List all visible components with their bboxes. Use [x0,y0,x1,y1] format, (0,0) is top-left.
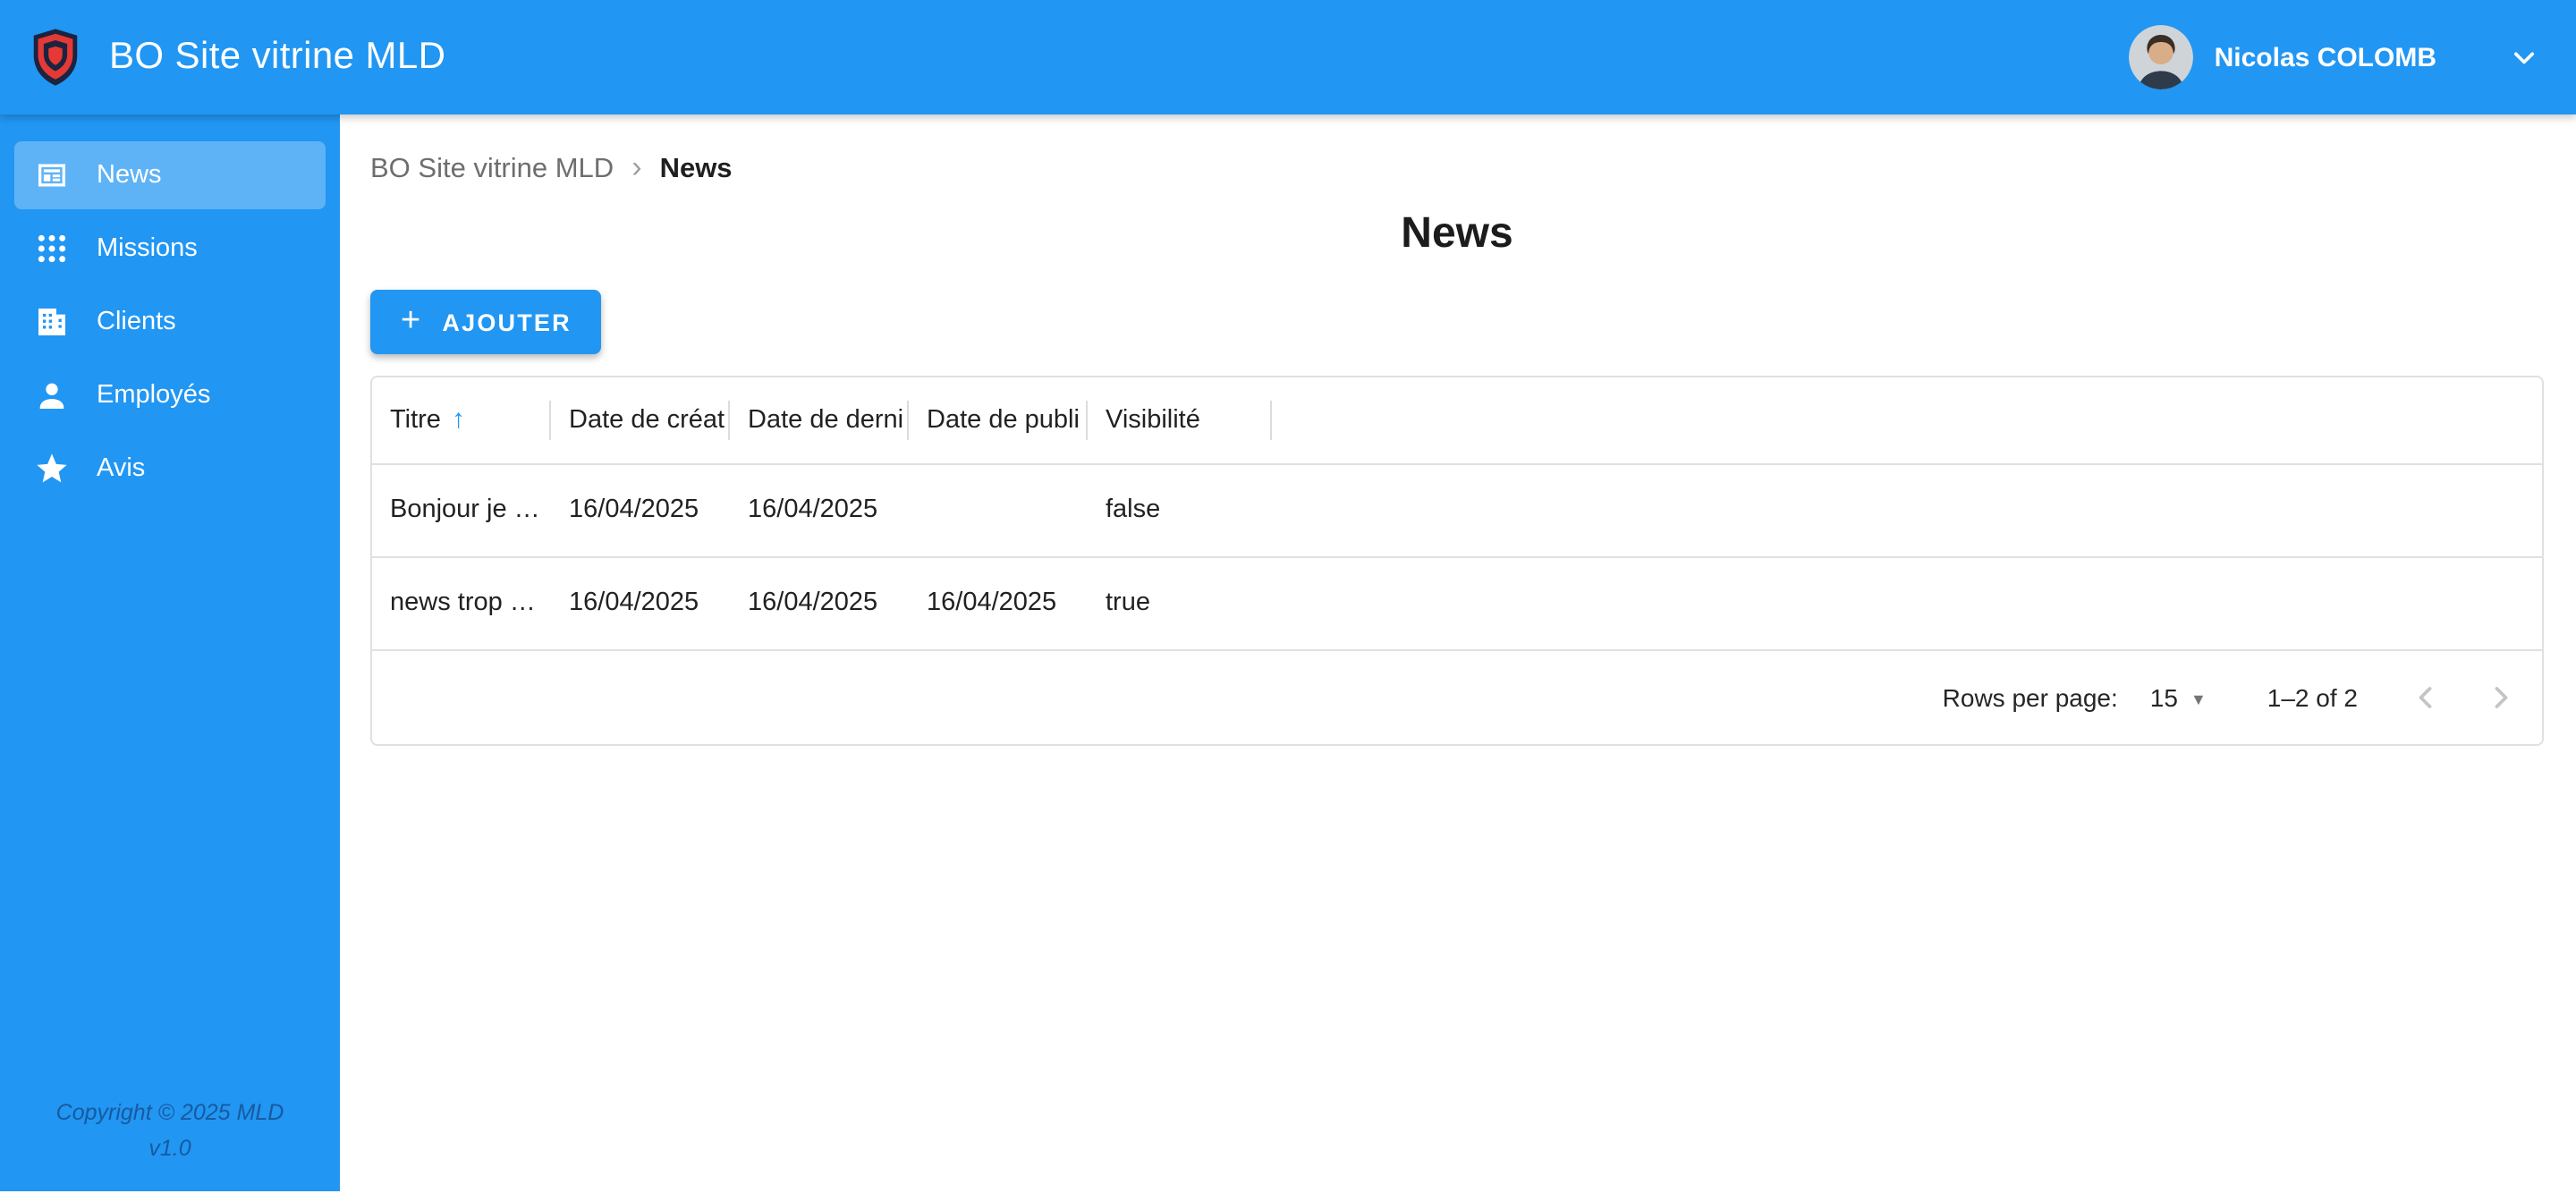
cell-visibilite: true [1088,555,1272,649]
sidebar-copyright: Copyright © 2025 MLD v1.0 [0,1095,340,1192]
table-header-row: Titre ↑ Date de créat Date de derni Date… [372,377,2542,463]
cell-date-creation: 16/04/2025 [551,555,730,649]
chevron-down-icon[interactable] [2504,38,2544,77]
newspaper-icon [32,156,72,195]
select-caret-icon: ▼ [2190,690,2207,707]
plus-icon: + [401,302,423,340]
chevron-left-icon [2419,687,2432,708]
cell-filler [1272,555,2542,649]
app-title: BO Site vitrine MLD [109,36,446,77]
sidebar-item-label: Employés [97,381,211,410]
sidebar-item-employes[interactable]: Employés [14,361,326,429]
table-pagination: Rows per page: 15 ▼ 1–2 of 2 [372,649,2542,744]
next-page-button[interactable] [2469,665,2533,730]
column-header-date-publication[interactable]: Date de publi [909,377,1088,463]
pagination-range: 1–2 of 2 [2267,683,2358,712]
column-header-label: Titre [390,405,441,435]
column-header-label: Date de publi [927,405,1080,435]
breadcrumb-root[interactable]: BO Site vitrine MLD [370,153,614,185]
sidebar-item-label: Missions [97,234,198,263]
sidebar: News Missions Clients Employés Avis Copy… [0,114,340,1191]
cell-date-derniere: 16/04/2025 [730,462,909,556]
app-logo-icon [29,27,82,88]
cell-titre: news trop … [372,555,551,649]
sidebar-nav: News Missions Clients Employés Avis [0,136,340,1095]
table-row[interactable]: Bonjour je … 16/04/2025 16/04/2025 false [372,462,2542,556]
cell-filler [1272,462,2542,556]
body-row: News Missions Clients Employés Avis Copy… [0,114,2576,1191]
cell-visibilite: false [1088,462,1272,556]
add-button[interactable]: + AJOUTER [370,290,602,354]
column-header-label: Visibilité [1106,405,1200,435]
column-header-visibilite[interactable]: Visibilité [1088,377,1272,463]
table-row[interactable]: news trop … 16/04/2025 16/04/2025 16/04/… [372,555,2542,649]
column-header-label: Date de derni [748,405,904,435]
cell-date-derniere: 16/04/2025 [730,555,909,649]
version-text: v1.0 [148,1136,191,1162]
page-title: News [1401,209,1513,258]
cell-date-publication [909,462,1088,556]
column-header-filler [1272,377,2542,463]
sidebar-item-label: News [97,161,162,190]
breadcrumb: BO Site vitrine MLD › News [370,152,2544,186]
sidebar-item-news[interactable]: News [14,141,326,209]
person-icon [32,376,72,415]
app-root: BO Site vitrine MLD Nicolas COLOMB News … [0,0,2576,1202]
previous-page-button[interactable] [2394,665,2458,730]
user-avatar [2128,25,2193,89]
topbar: BO Site vitrine MLD Nicolas COLOMB [0,0,2576,114]
breadcrumb-separator-icon: › [631,150,642,184]
sort-ascending-icon: ↑ [451,404,465,436]
breadcrumb-current: News [659,153,733,183]
sidebar-item-avis[interactable]: Avis [14,435,326,503]
building-icon [32,302,72,342]
add-button-label: AJOUTER [442,309,572,335]
column-header-label: Date de créat [569,405,725,435]
rows-per-page-value: 15 [2149,683,2178,712]
sidebar-item-missions[interactable]: Missions [14,215,326,283]
star-icon [32,449,72,488]
chevron-right-icon [2495,687,2508,708]
bottom-strip [0,1191,2576,1202]
main-content: BO Site vitrine MLD › News News + AJOUTE… [340,114,2576,1191]
column-header-titre[interactable]: Titre ↑ [372,377,551,463]
news-table: Titre ↑ Date de créat Date de derni Date… [372,377,2542,649]
rows-per-page-select[interactable]: 15 ▼ [2150,683,2207,712]
cell-date-creation: 16/04/2025 [551,462,730,556]
user-name: Nicolas COLOMB [2214,42,2436,72]
sidebar-item-label: Avis [97,454,146,483]
sidebar-item-clients[interactable]: Clients [14,288,326,356]
sidebar-item-label: Clients [97,308,176,336]
data-table-card: Titre ↑ Date de créat Date de derni Date… [370,376,2544,746]
column-header-date-creation[interactable]: Date de créat [551,377,730,463]
grid-dots-icon [32,229,72,268]
copyright-text: Copyright © 2025 MLD [55,1099,284,1125]
cell-titre: Bonjour je … [372,462,551,556]
rows-per-page-label: Rows per page: [1942,683,2118,712]
user-menu-button[interactable]: Nicolas COLOMB [2128,25,2544,89]
cell-date-publication: 16/04/2025 [909,555,1088,649]
column-header-date-derniere[interactable]: Date de derni [730,377,909,463]
app-window: BO Site vitrine MLD Nicolas COLOMB News … [0,0,2576,1202]
